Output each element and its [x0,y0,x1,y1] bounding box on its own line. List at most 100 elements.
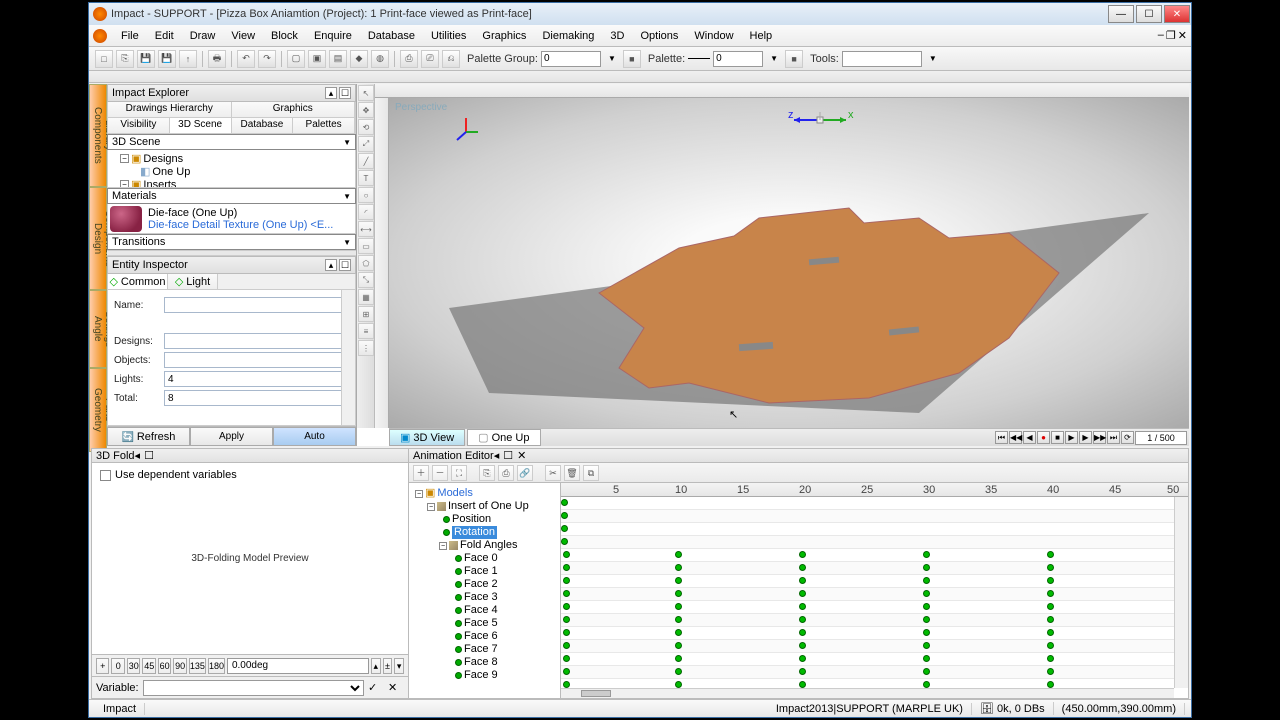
panel-pin-icon[interactable]: ☐ [503,449,513,462]
new-button[interactable]: □ [95,50,113,68]
keyframe-icon[interactable] [563,681,570,688]
redo-button[interactable]: ↷ [258,50,276,68]
menu-view[interactable]: View [223,27,263,45]
angle-plus-button[interactable]: + [96,658,109,674]
menu-diemaking[interactable]: Diemaking [534,27,602,45]
keyframe-icon[interactable] [799,681,806,688]
keyframe-icon[interactable] [1047,577,1054,584]
timeline-row[interactable] [561,575,1174,588]
vtool-pan[interactable]: ✥ [358,102,374,118]
panel-close-icon[interactable]: ✕ [517,449,526,462]
menu-options[interactable]: Options [632,27,686,45]
vtool-snap[interactable]: ⊞ [358,306,374,322]
tool-a-button[interactable]: ▢ [287,50,305,68]
keyframe-icon[interactable] [675,668,682,675]
keyframe-icon[interactable] [799,668,806,675]
expand-icon[interactable]: − [415,490,423,498]
keyframe-icon[interactable] [563,642,570,649]
keyframe-icon[interactable] [675,629,682,636]
keyframe-icon[interactable] [799,616,806,623]
keyframe-icon[interactable] [1047,642,1054,649]
palette-swatch-button[interactable]: ■ [623,50,641,68]
app-menu-icon[interactable] [93,29,107,43]
palette-color-button[interactable]: ■ [785,50,803,68]
keyframe-icon[interactable] [923,577,930,584]
timeline[interactable]: 5 10 15 20 25 30 35 40 45 50 [561,483,1188,698]
keyframe-icon[interactable] [561,538,568,545]
tool-g-button[interactable]: ⎚ [421,50,439,68]
next-key-button[interactable]: ▶▶ [1093,431,1106,444]
material-box[interactable]: Die-face (One Up) Die-face Detail Textur… [107,204,356,234]
keyframe-icon[interactable] [563,551,570,558]
keyframe-icon[interactable] [563,668,570,675]
materials-combo[interactable]: Materials▼ [107,188,356,204]
zoom-fit-button[interactable]: ⛶ [451,465,467,481]
tab-one-up[interactable]: ▢One Up [467,429,540,446]
keyframe-icon[interactable] [675,681,682,688]
angle-60-button[interactable]: 60 [158,658,171,674]
vtool-dim[interactable]: ⟷ [358,221,374,237]
input-name[interactable] [164,297,349,313]
tab-3d-scene[interactable]: 3D Scene [170,118,232,133]
vtool-zoom[interactable]: ⤢ [358,136,374,152]
tree-face[interactable]: Face 7 [464,643,498,656]
angle-dropdown-button[interactable]: ▾ [394,658,404,674]
mdi-restore-icon[interactable]: ❐ [1166,29,1176,42]
keyframe-icon[interactable] [1047,629,1054,636]
angle-toggle-button[interactable]: ± [383,658,393,674]
keyframe-icon[interactable] [675,564,682,571]
tool-d-button[interactable]: ◆ [350,50,368,68]
keyframe-icon[interactable] [675,590,682,597]
variable-select[interactable] [143,680,364,696]
menu-graphics[interactable]: Graphics [474,27,534,45]
print-button[interactable]: 🖶 [208,50,226,68]
input-designs[interactable] [164,333,349,349]
play-button[interactable]: ▶ [1065,431,1078,444]
tree-designs[interactable]: Designs [143,153,183,165]
menu-help[interactable]: Help [742,27,781,45]
expand-icon[interactable]: − [427,503,435,511]
menu-block[interactable]: Block [263,27,306,45]
dropdown-icon[interactable]: ▼ [770,54,778,63]
timeline-row[interactable] [561,614,1174,627]
keyframe-icon[interactable] [799,629,806,636]
vtool-arc[interactable]: ◜ [358,204,374,220]
apply-button[interactable]: Apply [190,427,273,446]
variable-cancel-button[interactable]: ✕ [388,681,404,694]
keyframe-icon[interactable] [923,681,930,688]
tree-insert[interactable]: Insert of One Up [448,500,529,513]
save-button[interactable]: 💾 [137,50,155,68]
keyframe-icon[interactable] [563,590,570,597]
keyframe-icon[interactable] [675,603,682,610]
tree-face[interactable]: Face 4 [464,604,498,617]
copy-button[interactable]: ⎘ [479,465,495,481]
scene-combo[interactable]: 3D Scene▼ [107,134,356,150]
vtool-circle[interactable]: ○ [358,187,374,203]
canvas-3d[interactable]: Perspective z x [389,98,1189,428]
cut-button[interactable]: ✂ [545,465,561,481]
sidetab-angle-settings[interactable]: Angle Settings [89,290,107,369]
menu-3d[interactable]: 3D [602,27,632,45]
keyframe-icon[interactable] [799,655,806,662]
stop-button[interactable]: ■ [1051,431,1064,444]
angle-30-button[interactable]: 30 [127,658,140,674]
vtool-rotate[interactable]: ⟲ [358,119,374,135]
keyframe-icon[interactable] [923,616,930,623]
expand-icon[interactable]: − [120,154,129,163]
tab-palettes[interactable]: Palettes [293,118,355,133]
tool-c-button[interactable]: ▤ [329,50,347,68]
keyframe-icon[interactable] [799,603,806,610]
vtool-grid[interactable]: ▦ [358,289,374,305]
menu-draw[interactable]: Draw [182,27,224,45]
tool-f-button[interactable]: ⎙ [400,50,418,68]
tab-3d-view[interactable]: ▣3D View [389,429,465,446]
dropdown-icon[interactable]: ▼ [929,54,937,63]
mdi-close-icon[interactable]: ✕ [1178,29,1187,42]
vtool-scale[interactable]: ⤡ [358,272,374,288]
undo-button[interactable]: ↶ [237,50,255,68]
timeline-row[interactable] [561,523,1174,536]
maximize-button[interactable]: ☐ [1136,5,1162,23]
tree-models[interactable]: Models [437,487,472,500]
keyframe-icon[interactable] [675,642,682,649]
record-button[interactable]: ● [1037,431,1050,444]
